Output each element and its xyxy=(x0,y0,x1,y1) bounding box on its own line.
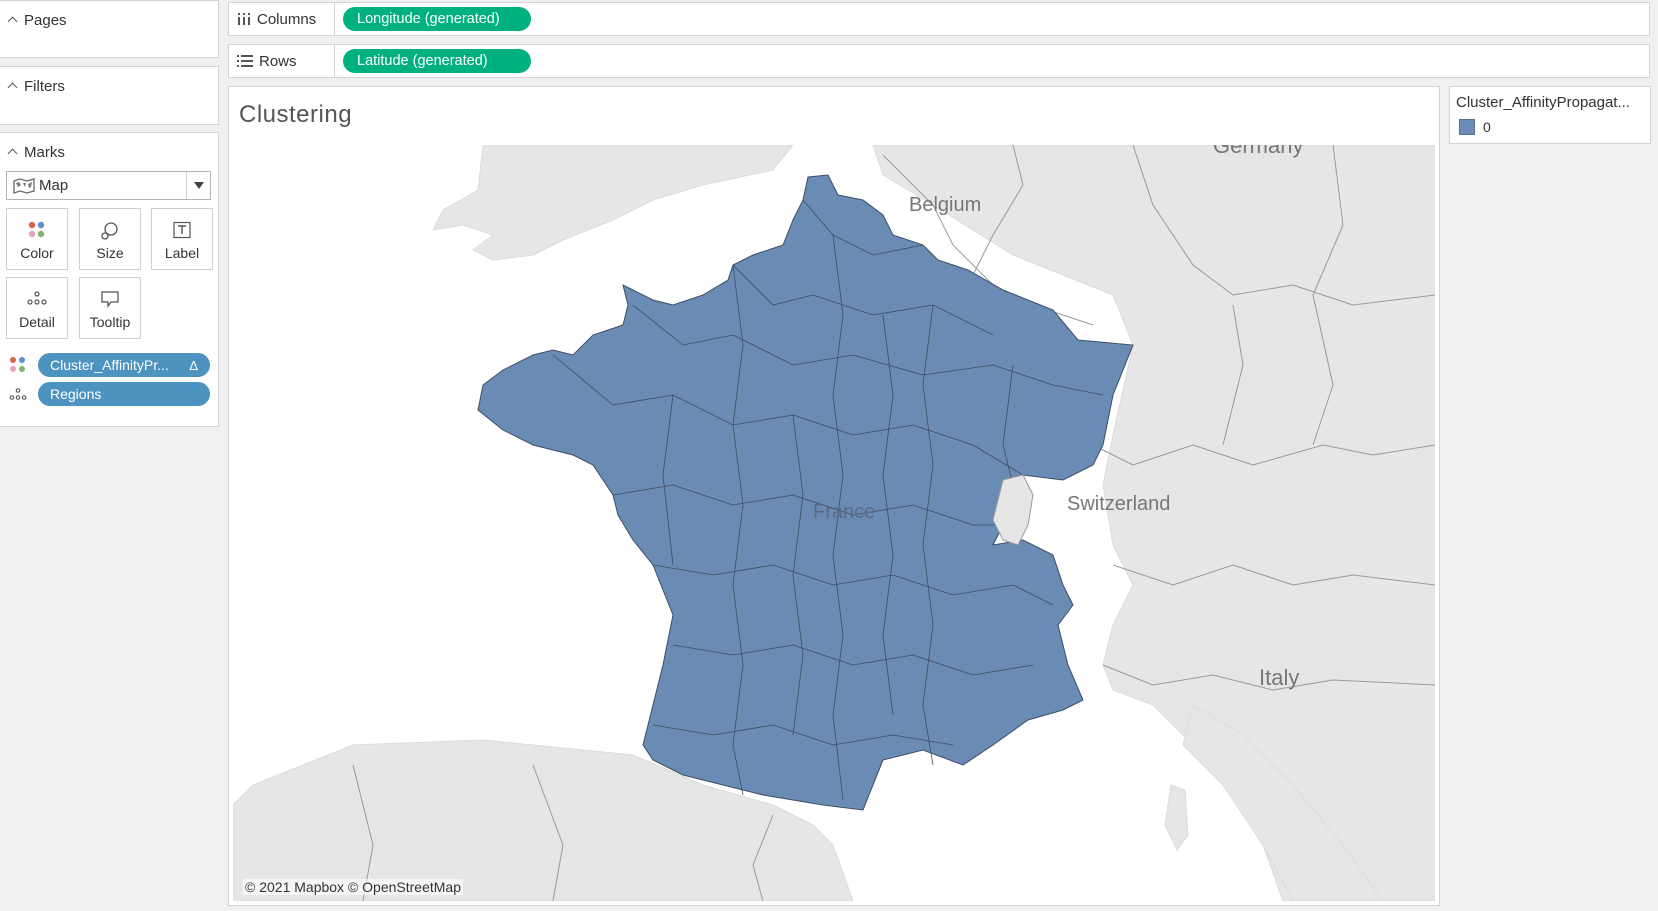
italy-map-label: Italy xyxy=(1259,665,1299,690)
pages-label: Pages xyxy=(24,11,67,29)
detail-field-name: Regions xyxy=(50,386,102,402)
legend-item[interactable]: 0 xyxy=(1459,119,1491,135)
label-button-label: Label xyxy=(164,245,200,261)
detail-icon xyxy=(27,291,47,305)
collapse-caret-icon[interactable] xyxy=(8,147,18,157)
france-map-label: France xyxy=(813,501,875,523)
color-icon xyxy=(10,357,25,372)
filters-header[interactable]: Filters xyxy=(0,67,218,105)
legend-swatch xyxy=(1459,119,1475,135)
legend-title[interactable]: Cluster_AffinityPropagat... xyxy=(1456,94,1648,111)
filters-card: Filters xyxy=(0,66,219,125)
marks-label: Marks xyxy=(24,143,65,161)
color-icon xyxy=(28,221,45,238)
dropdown-arrow[interactable] xyxy=(186,172,210,199)
label-button[interactable]: Label xyxy=(151,208,213,270)
longitude-pill-text: Longitude (generated) xyxy=(357,11,500,27)
color-field-pill[interactable]: Cluster_AffinityPr... Δ xyxy=(38,353,210,377)
latitude-pill-text: Latitude (generated) xyxy=(357,53,488,69)
germany-map-label: Germany xyxy=(1213,145,1303,158)
color-field-row: Cluster_AffinityPr... Δ xyxy=(8,353,210,377)
columns-label: Columns xyxy=(257,10,317,28)
map-view[interactable]: Germany Belgium Switzerland France Italy… xyxy=(233,145,1435,901)
tooltip-button[interactable]: Tooltip xyxy=(79,277,141,339)
legend-item-label: 0 xyxy=(1483,119,1491,135)
color-field-name: Cluster_AffinityPr... xyxy=(50,357,169,373)
color-button[interactable]: Color xyxy=(6,208,68,270)
label-t-icon xyxy=(173,221,191,239)
filters-label: Filters xyxy=(24,77,65,95)
pages-header[interactable]: Pages xyxy=(0,1,218,39)
mark-type-value: Map xyxy=(39,177,69,194)
color-button-label: Color xyxy=(20,245,54,261)
detail-icon xyxy=(9,388,27,400)
rows-label: Rows xyxy=(259,52,297,70)
collapse-caret-icon[interactable] xyxy=(8,81,18,91)
calculated-field-delta-icon: Δ xyxy=(189,357,198,373)
switzerland-map-label: Switzerland xyxy=(1067,493,1170,515)
detail-field-row: Regions xyxy=(8,382,210,406)
columns-shelf[interactable]: Columns Longitude (generated) xyxy=(228,2,1650,36)
collapse-caret-icon[interactable] xyxy=(8,15,18,25)
sheet-title: Clustering xyxy=(239,101,353,128)
rows-shelf-label: Rows xyxy=(229,45,335,77)
tooltip-button-label: Tooltip xyxy=(89,314,131,330)
detail-field-pill[interactable]: Regions xyxy=(38,382,210,406)
rows-shelf[interactable]: Rows Latitude (generated) xyxy=(228,44,1650,78)
mark-type-dropdown[interactable]: Map xyxy=(6,171,211,200)
marks-header[interactable]: Marks xyxy=(0,133,218,171)
rows-icon xyxy=(237,55,253,67)
belgium-map-label: Belgium xyxy=(909,194,981,216)
longitude-pill[interactable]: Longitude (generated) xyxy=(343,7,531,31)
latitude-pill[interactable]: Latitude (generated) xyxy=(343,49,531,73)
map-canvas[interactable]: Germany Belgium Switzerland France Italy xyxy=(233,145,1435,901)
columns-icon xyxy=(238,13,250,25)
size-button-label: Size xyxy=(96,245,124,261)
size-icon xyxy=(101,222,118,240)
columns-shelf-label: Columns xyxy=(229,3,335,35)
color-legend: Cluster_AffinityPropagat... 0 xyxy=(1449,86,1651,144)
detail-button-label: Detail xyxy=(19,314,55,330)
size-button[interactable]: Size xyxy=(79,208,141,270)
tooltip-icon xyxy=(101,291,119,308)
detail-button[interactable]: Detail xyxy=(6,277,68,339)
map-icon xyxy=(13,177,35,194)
worksheet-view: Clustering Germany Belgium Switzerland F… xyxy=(228,86,1440,906)
marks-card: Marks Map Color Size Label Detail Toolti… xyxy=(0,132,219,427)
chevron-down-icon xyxy=(193,182,204,189)
map-attribution[interactable]: © 2021 Mapbox © OpenStreetMap xyxy=(243,879,463,895)
pages-card: Pages xyxy=(0,0,219,58)
